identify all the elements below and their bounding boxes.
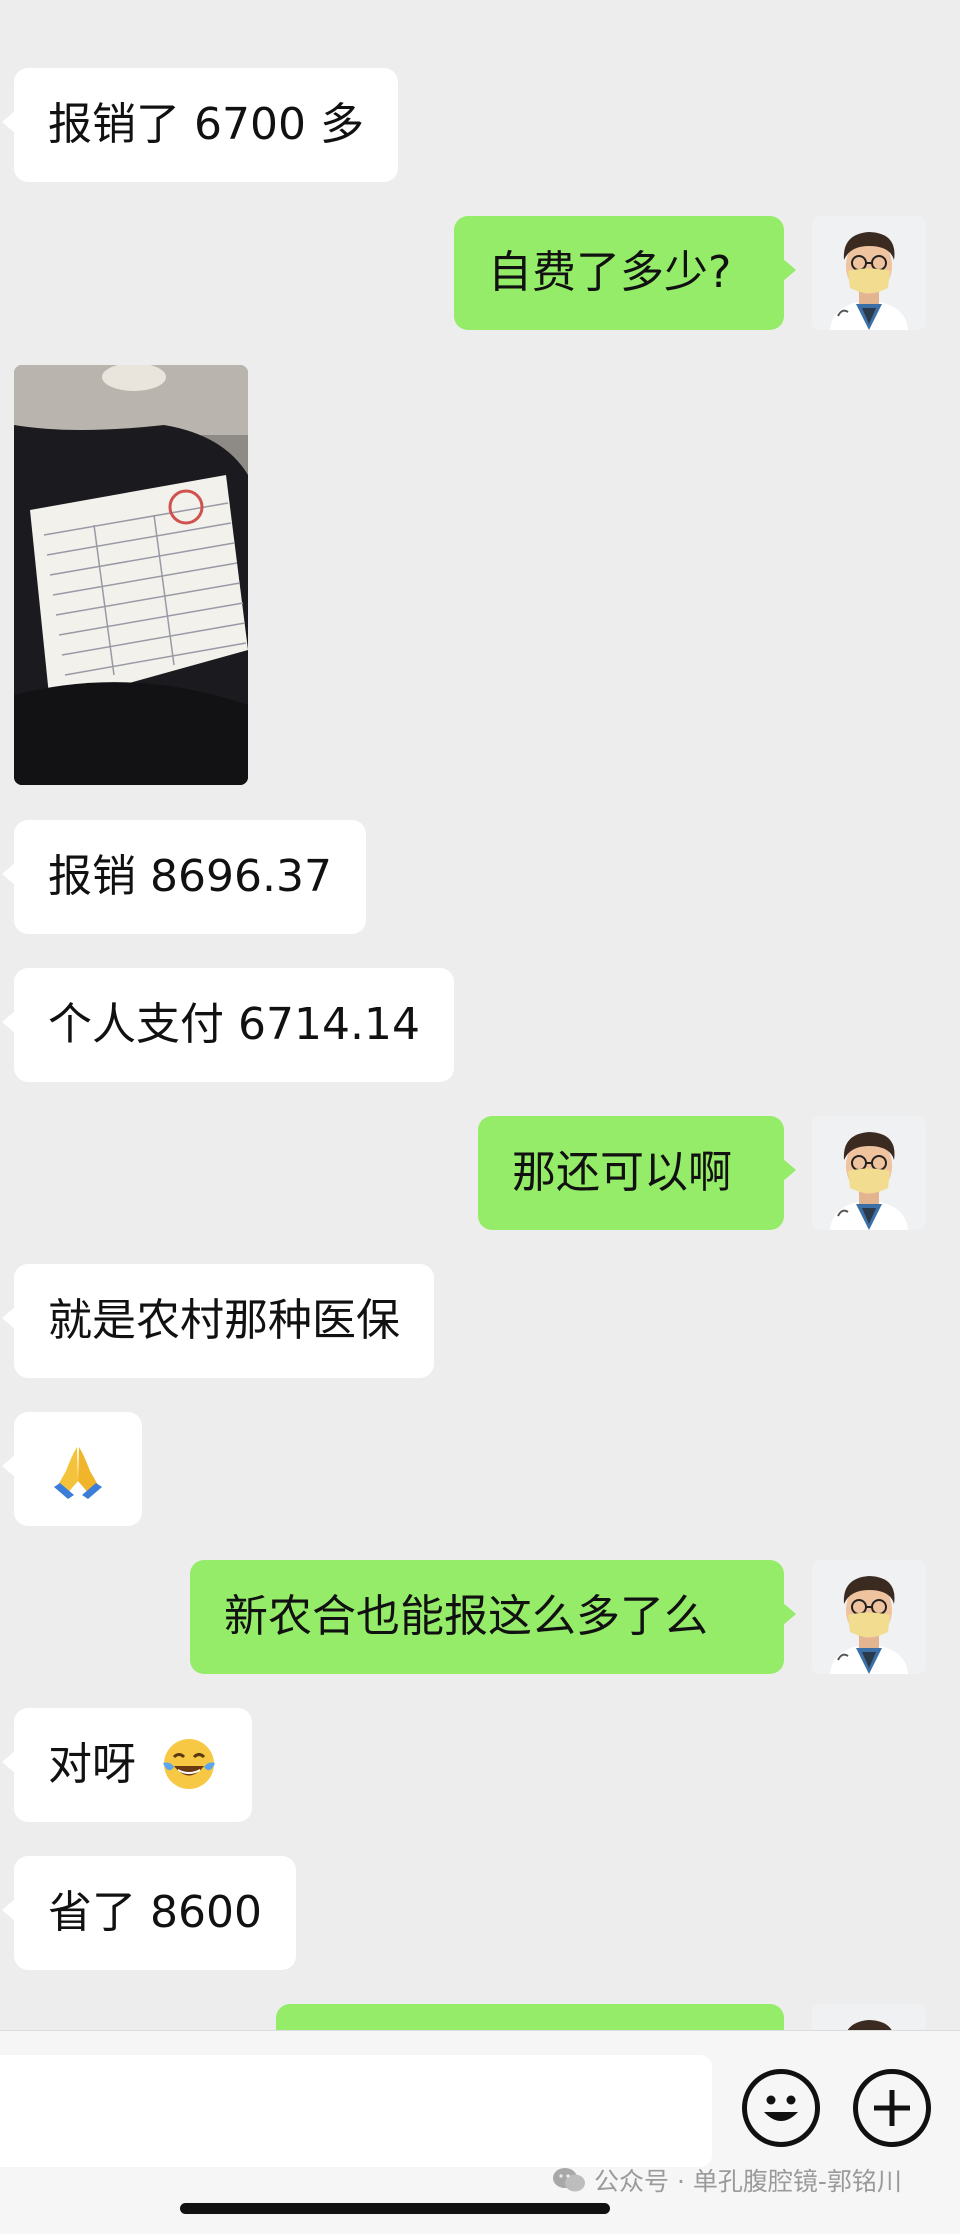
home-indicator	[180, 2203, 610, 2214]
incoming-message[interactable]: 就是农村那种医保	[2, 1264, 434, 1378]
incoming-message[interactable]: 报销了 6700 多	[2, 68, 398, 182]
incoming-message[interactable]	[2, 1412, 142, 1526]
doctor-avatar-icon	[812, 1116, 926, 1230]
message-text: 报销 8696.37	[48, 851, 332, 902]
message-text: 报销了 6700 多	[48, 99, 364, 150]
folded-hands-emoji-icon	[54, 1447, 102, 1499]
incoming-message[interactable]: 个人支付 6714.14	[2, 968, 454, 1082]
outgoing-message[interactable]: 自费了多少?	[454, 216, 796, 330]
tears-of-joy-emoji-icon	[163, 1739, 215, 1789]
incoming-message[interactable]: 对呀	[2, 1708, 252, 1822]
shared-photo[interactable]	[14, 365, 248, 785]
message-text: 就是农村那种医保	[48, 1295, 400, 1346]
wechat-logo-icon	[553, 2168, 585, 2192]
outgoing-message[interactable]: 那还可以啊	[478, 1116, 796, 1230]
outgoing-message-partial[interactable]	[276, 2004, 784, 2030]
incoming-message[interactable]: 省了 8600	[2, 1856, 296, 1970]
smiley-icon	[764, 2095, 798, 2121]
user-avatar[interactable]	[812, 2004, 926, 2030]
message-text: 个人支付 6714.14	[48, 999, 420, 1050]
doctor-avatar-icon	[812, 216, 926, 330]
medical-receipt-photo-icon	[14, 365, 248, 785]
message-text: 新农合也能报这么多了么	[224, 1591, 708, 1642]
message-input[interactable]	[0, 2055, 712, 2167]
message-text: 自费了多少?	[488, 247, 732, 298]
chat-area[interactable]: 报销了 6700 多 自费了多少? 报销 8696.37 个人支付 6714.1…	[0, 0, 960, 2030]
plus-icon	[874, 2090, 910, 2126]
message-text: 对呀	[48, 1739, 136, 1790]
doctor-avatar-icon	[812, 2004, 926, 2030]
message-text: 那还可以啊	[512, 1147, 732, 1198]
plus-button[interactable]	[853, 2069, 931, 2147]
watermark-text: 公众号 · 单孔腹腔镜-郭铭川	[594, 2167, 902, 2196]
incoming-message[interactable]: 报销 8696.37	[2, 820, 366, 934]
outgoing-message[interactable]: 新农合也能报这么多了么	[190, 1560, 796, 1674]
emoji-button[interactable]	[742, 2069, 820, 2147]
doctor-avatar-icon	[812, 1560, 926, 1674]
user-avatar[interactable]	[812, 1560, 926, 1674]
message-text: 省了 8600	[48, 1887, 262, 1938]
user-avatar[interactable]	[812, 1116, 926, 1230]
watermark: 公众号 · 单孔腹腔镜-郭铭川	[552, 2162, 902, 2198]
user-avatar[interactable]	[812, 216, 926, 330]
